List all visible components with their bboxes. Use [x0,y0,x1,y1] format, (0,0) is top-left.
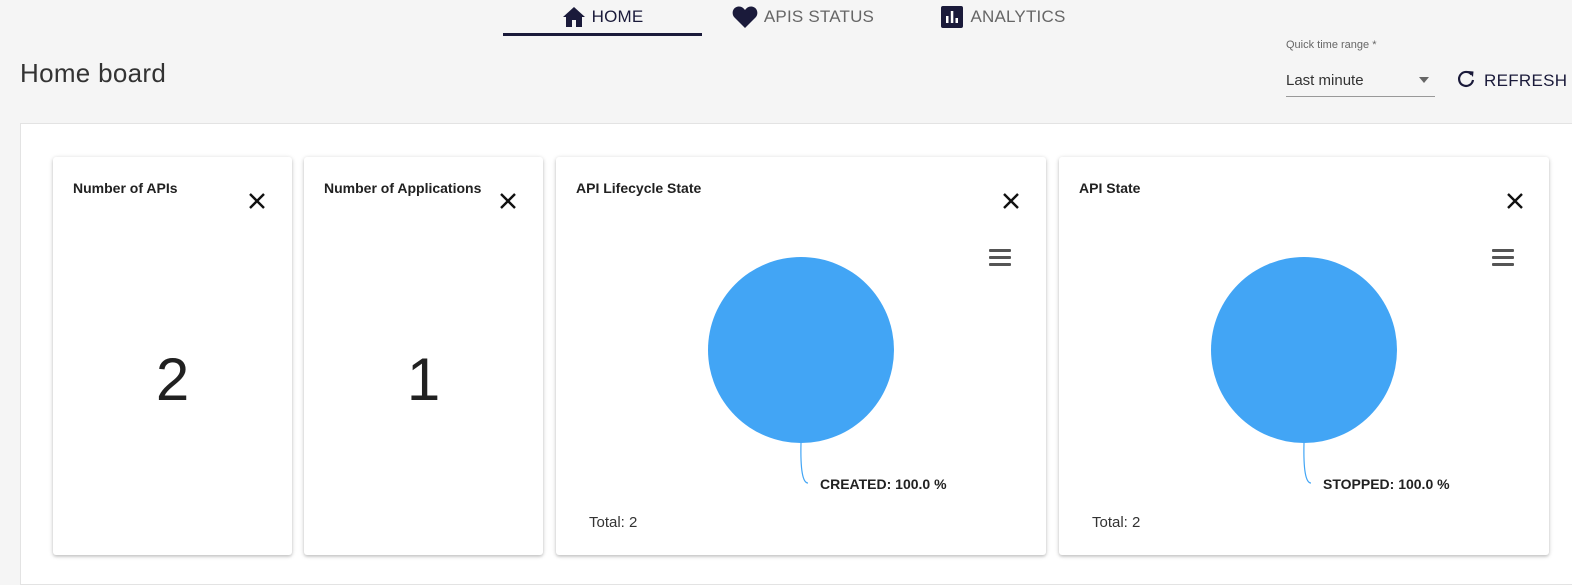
time-range-select[interactable]: Last minute [1286,64,1435,97]
close-icon[interactable] [498,191,518,211]
slice-label: STOPPED: 100.0 % [1323,476,1450,492]
widget-number-of-applications: Number of Applications 1 [304,157,543,555]
tab-analytics[interactable]: ANALYTICS [940,0,1066,34]
pie-slice-stopped[interactable] [1211,257,1397,443]
heart-icon [732,5,758,29]
slice-label: CREATED: 100.0 % [820,476,947,492]
tab-apis-status[interactable]: APIS STATUS [730,0,876,34]
widget-title: Number of APIs [73,180,178,196]
pie-chart [1211,257,1397,484]
widget-number-of-apis: Number of APIs 2 [53,157,292,555]
tab-home[interactable]: HOME [503,0,702,34]
page-title: Home board [20,58,167,88]
pie-chart [708,257,894,484]
slice-connector [1303,442,1312,484]
bar-chart-icon [940,5,964,29]
widget-value: 2 [155,346,190,413]
close-icon[interactable] [247,191,267,211]
widget-total: Total: 2 [1092,514,1141,531]
widget-value: 1 [406,346,441,413]
tab-analytics-label: ANALYTICS [970,7,1066,26]
pie-slice-created[interactable] [708,257,894,443]
refresh-button[interactable]: REFRESH [1456,64,1567,98]
active-tab-indicator [503,33,702,36]
home-icon [562,6,586,28]
time-range-label: Quick time range * [1286,39,1377,51]
widget-title: Number of Applications [324,180,482,196]
widget-total: Total: 2 [589,514,638,531]
widget-api-lifecycle-state: API Lifecycle State CREATED: 100.0 % Tot… [556,157,1046,555]
slice-connector [800,442,809,484]
tab-apis-status-label: APIS STATUS [763,7,875,26]
tab-bar: HOME APIS STATUS ANALYTICS [0,0,1572,38]
refresh-label: REFRESH [1484,71,1568,90]
widget-api-state: API State STOPPED: 100.0 % Total: 2 [1059,157,1549,555]
refresh-icon [1456,69,1476,94]
time-range-value: Last minute [1286,72,1364,89]
caret-down-icon [1419,77,1429,83]
tab-home-label: HOME [591,7,644,26]
